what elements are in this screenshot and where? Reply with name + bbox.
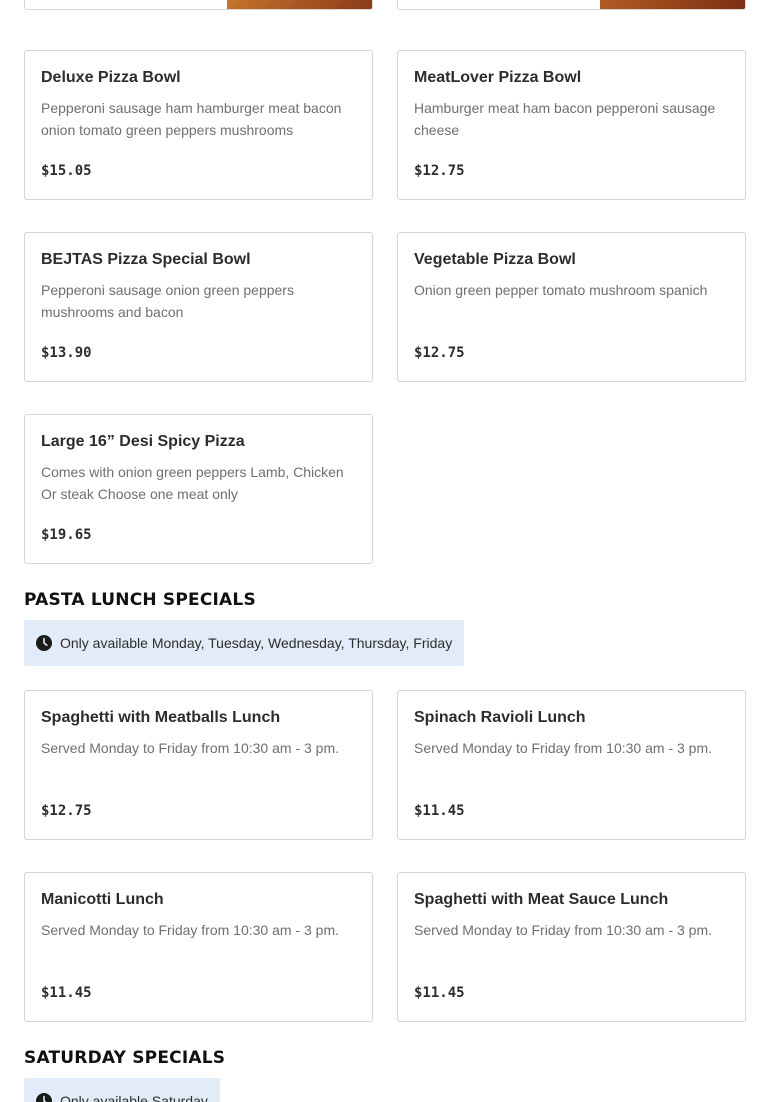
- item-title: Vegetable Pizza Bowl: [414, 251, 576, 268]
- item-price: $11.45: [414, 985, 465, 1001]
- item-description: Pepperoni sausage onion green peppers mu…: [41, 282, 294, 320]
- item-description: Hamburger meat ham bacon pepperoni sausa…: [414, 100, 716, 138]
- item-title: Large 16” Desi Spicy Pizza: [41, 433, 245, 450]
- item-price: $11.45: [414, 803, 465, 819]
- item-description: Served Monday to Friday from 10:30 am - …: [414, 740, 713, 756]
- item-description: Onion green pepper tomato mushroom spani…: [414, 282, 708, 298]
- menu-item-card[interactable]: Spaghetti with Meat Sauce Lunch Served M…: [397, 872, 746, 1022]
- item-price: $15.05: [41, 163, 92, 179]
- item-price: $12.75: [41, 803, 92, 819]
- availability-notice: Only available Saturday: [24, 1078, 220, 1102]
- clock-icon: [36, 635, 52, 651]
- item-description: Served Monday to Friday from 10:30 am - …: [41, 922, 340, 938]
- item-price: $12.75: [414, 345, 465, 361]
- item-price: $12.75: [414, 163, 465, 179]
- menu-item-card[interactable]: Deluxe Pizza Bowl Pepperoni sausage ham …: [24, 50, 373, 200]
- section-heading-pasta: PASTA LUNCH SPECIALS: [24, 590, 256, 610]
- item-price: $13.90: [41, 345, 92, 361]
- item-description: Served Monday to Friday from 10:30 am - …: [414, 922, 713, 938]
- item-title: Deluxe Pizza Bowl: [41, 69, 181, 86]
- menu-item-card[interactable]: MeatLover Pizza Bowl Hamburger meat ham …: [397, 50, 746, 200]
- item-title: MeatLover Pizza Bowl: [414, 69, 582, 86]
- item-title: Spaghetti with Meatballs Lunch: [41, 709, 281, 726]
- menu-item-card[interactable]: Manicotti Lunch Served Monday to Friday …: [24, 872, 373, 1022]
- menu-item-card[interactable]: BEJTAS Pizza Special Bowl Pepperoni saus…: [24, 232, 373, 382]
- menu-item-card[interactable]: Vegetable Pizza Bowl Onion green pepper …: [397, 232, 746, 382]
- item-price: $19.65: [41, 527, 92, 543]
- section-heading-saturday: SATURDAY SPECIALS: [24, 1048, 226, 1068]
- item-title: Spinach Ravioli Lunch: [414, 709, 586, 726]
- item-title: Spaghetti with Meat Sauce Lunch: [414, 891, 669, 908]
- menu-item-card[interactable]: Spinach Ravioli Lunch Served Monday to F…: [397, 690, 746, 840]
- availability-text: Only available Saturday: [60, 1093, 208, 1102]
- item-description: Served Monday to Friday from 10:30 am - …: [41, 740, 340, 756]
- availability-text: Only available Monday, Tuesday, Wednesda…: [60, 635, 453, 651]
- item-title: BEJTAS Pizza Special Bowl: [41, 251, 251, 268]
- item-title: Manicotti Lunch: [41, 891, 164, 908]
- item-description: Comes with onion green peppers Lamb, Chi…: [41, 464, 344, 502]
- menu-item-card[interactable]: $: [24, 0, 373, 10]
- item-image: [600, 0, 745, 9]
- menu-item-card[interactable]: Spaghetti with Meatballs Lunch Served Mo…: [24, 690, 373, 840]
- item-description: Pepperoni sausage ham hamburger meat bac…: [41, 100, 342, 138]
- item-price: $11.45: [41, 985, 92, 1001]
- menu-item-card[interactable]: Large 16” Desi Spicy Pizza Comes with on…: [24, 414, 373, 564]
- item-image: [227, 0, 372, 9]
- clock-icon: [36, 1093, 52, 1102]
- availability-notice: Only available Monday, Tuesday, Wednesda…: [24, 620, 465, 666]
- menu-item-card[interactable]: $: [397, 0, 746, 10]
